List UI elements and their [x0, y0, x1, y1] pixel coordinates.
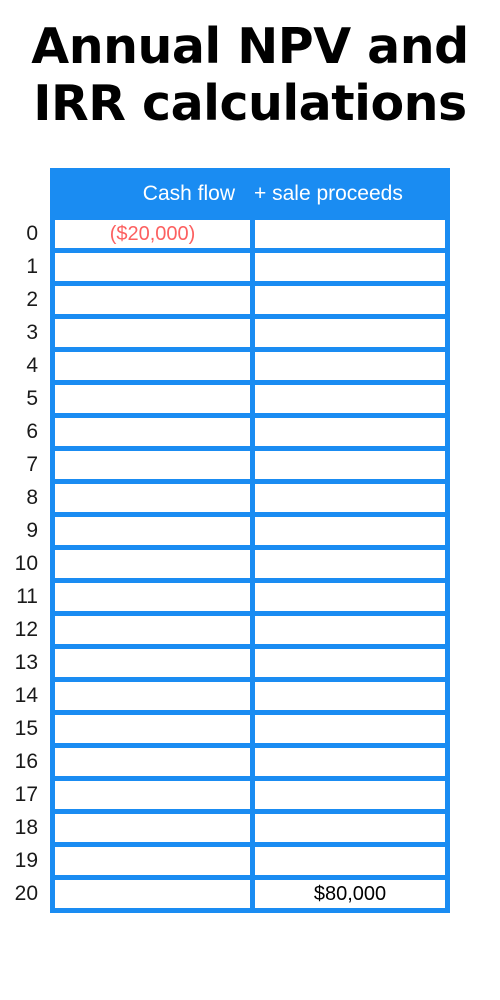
cell-cash-flow[interactable] — [55, 385, 250, 413]
cell-cash-flow[interactable] — [55, 451, 250, 479]
page-title: Annual NPV and IRR calculations — [31, 18, 469, 132]
table-body: ($20,000) $80,000 — [55, 220, 445, 908]
table-row — [55, 484, 445, 512]
cell-sale-proceeds[interactable] — [255, 715, 445, 743]
table-row — [55, 847, 445, 875]
year-label: 8 — [26, 486, 38, 509]
cell-sale-proceeds[interactable] — [255, 220, 445, 248]
year-label: 15 — [14, 717, 38, 740]
cell-sale-proceeds[interactable] — [255, 352, 445, 380]
table-row — [55, 550, 445, 578]
table-row — [55, 814, 445, 842]
cell-sale-proceeds[interactable] — [255, 451, 445, 479]
year-label: 10 — [14, 552, 38, 575]
table-row — [55, 781, 445, 809]
table-row — [55, 682, 445, 710]
table-header-row: Cash flow + sale proceeds — [55, 168, 445, 220]
table-row — [55, 286, 445, 314]
year-label: 14 — [14, 684, 38, 707]
year-label: 17 — [14, 783, 38, 806]
cell-cash-flow[interactable] — [55, 847, 250, 875]
cell-sale-proceeds[interactable] — [255, 649, 445, 677]
cell-cash-flow[interactable] — [55, 616, 250, 644]
cell-cash-flow[interactable] — [55, 352, 250, 380]
year-label: 19 — [14, 849, 38, 872]
year-label: 3 — [26, 321, 38, 344]
cell-sale-proceeds[interactable] — [255, 319, 445, 347]
cell-cash-flow[interactable] — [55, 583, 250, 611]
cell-sale-proceeds[interactable] — [255, 781, 445, 809]
year-label: 4 — [26, 354, 38, 377]
column-header-sale-proceeds: + sale proceeds — [254, 182, 403, 205]
cell-cash-flow[interactable] — [55, 715, 250, 743]
cell-cash-flow[interactable] — [55, 253, 250, 281]
table-row — [55, 583, 445, 611]
table-row — [55, 517, 445, 545]
table-row — [55, 385, 445, 413]
cell-sale-proceeds[interactable] — [255, 550, 445, 578]
year-label: 7 — [26, 453, 38, 476]
table-row — [55, 451, 445, 479]
table-row — [55, 253, 445, 281]
cell-sale-proceeds[interactable] — [255, 583, 445, 611]
cell-sale-proceeds[interactable] — [255, 286, 445, 314]
cell-cash-flow[interactable] — [55, 682, 250, 710]
cell-cash-flow[interactable] — [55, 814, 250, 842]
column-header-cash-flow: Cash flow — [142, 182, 235, 205]
year-label: 6 — [26, 420, 38, 443]
year-label: 12 — [14, 618, 38, 641]
table-row — [55, 319, 445, 347]
table-row — [55, 748, 445, 776]
cell-sale-proceeds[interactable] — [255, 484, 445, 512]
cell-cash-flow[interactable] — [55, 418, 250, 446]
table-row — [55, 352, 445, 380]
year-label: 1 — [26, 255, 38, 278]
cell-cash-flow[interactable] — [55, 484, 250, 512]
table-row: $80,000 — [55, 880, 445, 908]
cell-sale-proceeds[interactable] — [255, 616, 445, 644]
cell-cash-flow[interactable] — [55, 649, 250, 677]
cell-cash-flow[interactable] — [55, 550, 250, 578]
cell-cash-flow[interactable] — [55, 319, 250, 347]
cell-cash-flow[interactable] — [55, 517, 250, 545]
cell-cash-flow[interactable]: ($20,000) — [55, 220, 250, 248]
cell-cash-flow[interactable] — [55, 748, 250, 776]
cell-sale-proceeds[interactable] — [255, 748, 445, 776]
cell-sale-proceeds[interactable] — [255, 385, 445, 413]
year-label: 11 — [16, 585, 38, 608]
year-label: 9 — [26, 519, 38, 542]
cell-sale-proceeds[interactable] — [255, 418, 445, 446]
cell-cash-flow[interactable] — [55, 781, 250, 809]
cell-sale-proceeds[interactable] — [255, 682, 445, 710]
year-label: 16 — [14, 750, 38, 773]
cell-sale-proceeds[interactable] — [255, 814, 445, 842]
year-label: 0 — [26, 222, 38, 245]
table-row — [55, 418, 445, 446]
cell-sale-proceeds[interactable] — [255, 253, 445, 281]
year-label: 2 — [26, 288, 38, 311]
table-row — [55, 616, 445, 644]
year-label: 20 — [14, 882, 38, 905]
table-row — [55, 649, 445, 677]
year-label: 5 — [26, 387, 38, 410]
cell-sale-proceeds[interactable]: $80,000 — [255, 880, 445, 908]
cell-cash-flow[interactable] — [55, 880, 250, 908]
cash-flow-table: Cash flow + sale proceeds ($20,000) $80,0… — [50, 168, 450, 913]
table-row: ($20,000) — [55, 220, 445, 248]
year-label: 13 — [14, 651, 38, 674]
cell-sale-proceeds[interactable] — [255, 517, 445, 545]
cell-cash-flow[interactable] — [55, 286, 250, 314]
table-row — [55, 715, 445, 743]
cell-sale-proceeds[interactable] — [255, 847, 445, 875]
year-label: 18 — [14, 816, 38, 839]
